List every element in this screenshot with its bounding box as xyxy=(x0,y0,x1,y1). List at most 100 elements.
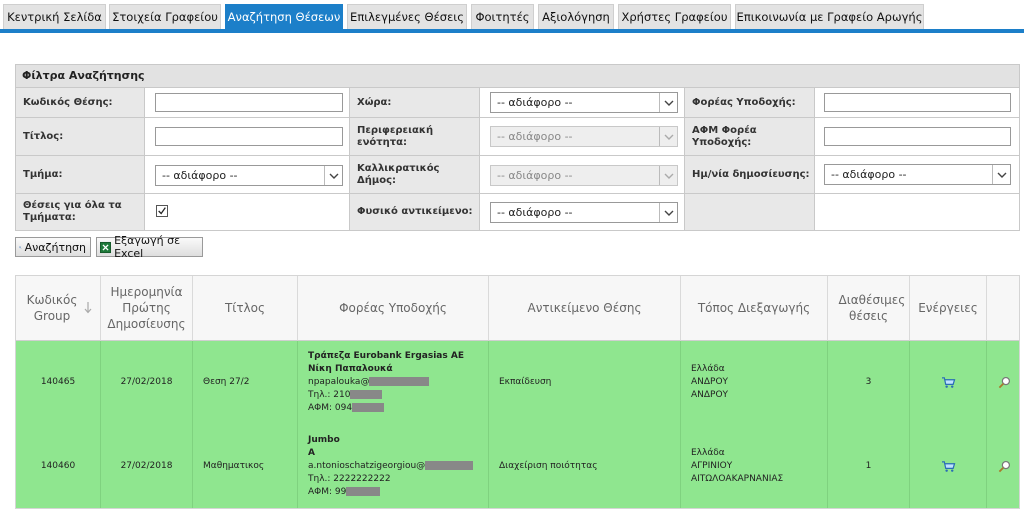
municipality-cell: -- αδιάφορο -- xyxy=(480,156,685,194)
host-input[interactable] xyxy=(824,93,1011,112)
tab-selected-positions[interactable]: Επιλεγμένες Θέσεις xyxy=(347,4,467,29)
tab-evaluation[interactable]: Αξιολόγηση xyxy=(538,4,614,29)
view-details-action[interactable] xyxy=(987,341,1019,423)
host-afm: ΑΦΜ: 094 xyxy=(308,402,353,413)
col-header-actions: Ενέργειες xyxy=(910,276,987,341)
date-cell: 27/02/2018 xyxy=(101,341,193,423)
search-button-label: Αναζήτηση xyxy=(24,240,86,254)
country-select[interactable]: -- αδιάφορο -- xyxy=(490,92,678,113)
col-header-title[interactable]: Τίτλος xyxy=(193,276,298,341)
location-header-label: Τόπος Διεξαγωγής xyxy=(697,301,811,315)
col-header-available[interactable]: Διαθέσιμες θέσεις xyxy=(828,276,910,341)
check-icon xyxy=(158,207,166,215)
col-header-host[interactable]: Φορέας Υποδοχής xyxy=(298,276,489,341)
search-filters-panel: Φίλτρα Αναζήτησης Κωδικός Θέσης: Χώρα: -… xyxy=(15,64,1020,231)
results-table: Κωδικός Group Ημερομηνία Πρώτης Δημοσίευ… xyxy=(15,275,1020,509)
redaction-bar xyxy=(350,389,383,399)
municipality-select-value: -- αδιάφορο -- xyxy=(497,169,573,182)
empty-label-cell xyxy=(685,194,815,230)
pub-date-cell: -- αδιάφορο -- xyxy=(815,156,1019,194)
title-cell: Μαθηματικος xyxy=(193,423,298,508)
pub-date-select[interactable]: -- αδιάφορο -- xyxy=(824,164,1011,185)
chevron-down-icon xyxy=(659,166,677,185)
chevron-down-icon xyxy=(992,165,1010,184)
col-header-location[interactable]: Τόπος Διεξαγωγής xyxy=(681,276,828,341)
region-select: -- αδιάφορο -- xyxy=(490,126,678,147)
first-pub-date-header-label: Ημερομηνία Πρώτης Δημοσίευσης xyxy=(107,285,186,331)
all-departments-checkbox[interactable] xyxy=(156,205,168,217)
tab-office-users[interactable]: Χρήστες Γραφείου xyxy=(618,4,731,29)
tab-office-info[interactable]: Στοιχεία Γραφείου xyxy=(109,4,221,29)
subject-cell: Εκπαίδευση xyxy=(489,341,681,423)
host-name: Τράπεζα Eurobank Ergasias AE xyxy=(308,350,464,361)
tab-underline xyxy=(0,29,1024,33)
location-cell: Ελλάδα ΑΓΡΙΝΙΟΥ ΑΙΤΩΛΟΑΚΑΡΝΑΝΙΑΣ xyxy=(681,423,828,508)
host-cell xyxy=(815,88,1019,118)
host-contact: Α xyxy=(308,448,315,458)
table-row: 140465 27/02/2018 Θεση 27/2 Τράπεζα Euro… xyxy=(16,341,1019,423)
host-email: npapalouka@ xyxy=(308,376,370,387)
country-select-value: -- αδιάφορο -- xyxy=(497,96,573,109)
location-info: Ελλάδα ΑΝΔΡΟΥ ΑΝΔΡΟΥ xyxy=(691,363,728,402)
host-email-line: a.ntonioschatzigeorgiou@ xyxy=(308,460,474,473)
position-code-cell xyxy=(145,88,350,118)
department-label: Τμήμα: xyxy=(16,156,145,194)
region-cell: -- αδιάφορο -- xyxy=(480,118,685,156)
host-info: Τράπεζα Eurobank Ergasias AE Νίκη Παπαλο… xyxy=(308,350,464,415)
title-input[interactable] xyxy=(155,127,343,146)
physical-object-cell: -- αδιάφορο -- xyxy=(480,194,685,230)
host-cell: Τράπεζα Eurobank Ergasias AE Νίκη Παπαλο… xyxy=(298,341,489,423)
add-to-cart-action[interactable] xyxy=(910,341,987,423)
subject-cell: Διαχείριση ποιότητας xyxy=(489,423,681,508)
municipality-label: Καλλικρατικός Δήμος: xyxy=(350,156,480,194)
department-select[interactable]: -- αδιάφορο -- xyxy=(155,165,343,186)
chevron-down-icon xyxy=(659,127,677,146)
all-departments-cell xyxy=(145,194,350,230)
pub-date-select-value: -- αδιάφορο -- xyxy=(831,168,907,181)
available-cell: 3 xyxy=(828,341,910,423)
position-code-input[interactable] xyxy=(155,93,343,112)
tab-home[interactable]: Κεντρική Σελίδα xyxy=(3,4,106,29)
tab-helpdesk-contact[interactable]: Επικοινωνία με Γραφείο Αρωγής xyxy=(735,4,924,29)
host-phone: Τηλ.: 2222222222 xyxy=(308,474,391,484)
municipality-select: -- αδιάφορο -- xyxy=(490,165,678,186)
host-phone: Τηλ.: 210 xyxy=(308,389,351,400)
col-header-group-code[interactable]: Κωδικός Group xyxy=(16,276,101,341)
group-code-header-label: Κωδικός Group xyxy=(26,293,78,323)
host-afm: ΑΦΜ: 99 xyxy=(308,487,347,497)
redaction-bar xyxy=(425,461,474,470)
location-info: Ελλάδα ΑΓΡΙΝΙΟΥ ΑΙΤΩΛΟΑΚΑΡΝΑΝΙΑΣ xyxy=(691,447,783,486)
cart-icon xyxy=(941,376,955,388)
host-afm-cell xyxy=(815,118,1019,156)
cart-icon xyxy=(941,461,955,472)
location-region: ΑΙΤΩΛΟΑΚΑΡΝΑΝΙΑΣ xyxy=(691,474,784,484)
host-afm-input[interactable] xyxy=(824,127,1011,146)
col-header-subject[interactable]: Αντικείμενο Θέσης xyxy=(489,276,681,341)
physical-object-select[interactable]: -- αδιάφορο -- xyxy=(490,202,678,223)
host-afm-line: ΑΦΜ: 99 xyxy=(308,486,473,499)
available-cell: 1 xyxy=(828,423,910,508)
tab-students[interactable]: Φοιτητές xyxy=(471,4,534,29)
host-email: a.ntonioschatzigeorgiou@ xyxy=(308,461,426,471)
export-excel-button[interactable]: Εξαγωγή σε Excel xyxy=(96,234,203,260)
host-header-label: Φορέας Υποδοχής xyxy=(339,301,447,315)
host-afm-line: ΑΦΜ: 094 xyxy=(308,402,464,415)
actions-header-label: Ενέργειες xyxy=(918,301,978,315)
excel-icon xyxy=(100,241,112,253)
sort-down-icon xyxy=(84,302,92,314)
host-name: Jumbo xyxy=(308,435,340,445)
all-departments-label: Θέσεις για όλα τα Τμήματα: xyxy=(16,194,145,230)
filters-title: Φίλτρα Αναζήτησης xyxy=(16,65,1019,88)
search-button[interactable]: Αναζήτηση xyxy=(15,237,91,257)
chevron-down-icon xyxy=(659,93,677,112)
title-label: Τίτλος: xyxy=(16,118,145,156)
col-header-extra xyxy=(987,276,1019,341)
col-header-first-pub-date[interactable]: Ημερομηνία Πρώτης Δημοσίευσης xyxy=(101,276,193,341)
chevron-down-icon xyxy=(659,203,677,222)
search-icon xyxy=(19,245,22,249)
title-cell xyxy=(145,118,350,156)
tab-position-search[interactable]: Αναζήτηση Θέσεων xyxy=(225,4,343,29)
add-to-cart-action[interactable] xyxy=(910,423,987,508)
view-details-action[interactable] xyxy=(987,423,1019,508)
table-row: 140460 27/02/2018 Μαθηματικος Jumbo Α a.… xyxy=(16,423,1019,508)
